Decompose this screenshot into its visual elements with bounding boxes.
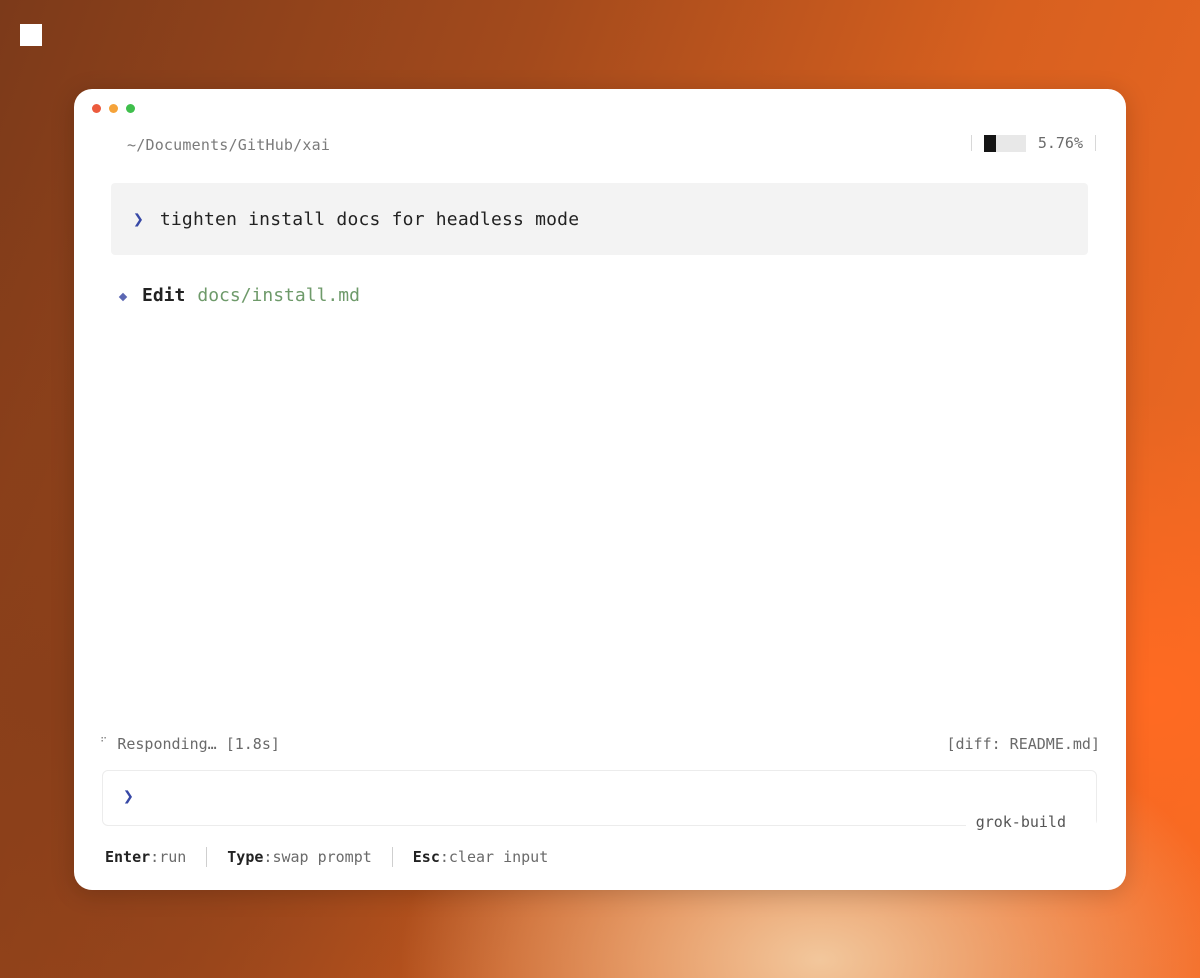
working-directory-path: ~/Documents/GitHub/xai [127, 136, 331, 154]
shortcut-key: Type [227, 848, 264, 866]
edited-file-link[interactable]: docs/install.md [197, 285, 360, 306]
usage-meter-fill [983, 134, 997, 152]
prompt-input[interactable] [151, 781, 975, 815]
status-bar: ⠋ Responding… [1.8s] [diff: README.md] [100, 735, 1100, 753]
input-chevron-icon: ❯ [123, 786, 134, 807]
close-window-button[interactable] [92, 104, 101, 113]
shortcut-separator [206, 847, 208, 867]
shortcut-key: Esc [412, 848, 440, 866]
shortcut-action: run [159, 848, 187, 866]
maximize-window-button[interactable] [126, 104, 135, 113]
model-name-label: grok-build [965, 813, 1096, 831]
usage-separator-left [970, 135, 972, 151]
diff-indicator[interactable]: [diff: README.md] [946, 735, 1100, 753]
edit-action-line: Edit docs/install.md [118, 285, 360, 306]
shortcut-type: Type: swap prompt [227, 848, 372, 866]
keyboard-shortcuts-bar: Enter: run Type: swap prompt Esc: clear inp… [105, 847, 548, 867]
usage-meter [983, 134, 1026, 152]
shortcut-separator [391, 847, 393, 867]
terminal-window: ~/Documents/GitHub/xai 5.76% ❯ tighten i… [74, 89, 1126, 890]
responding-text: Responding… [1.8s] [117, 735, 280, 753]
minimize-window-button[interactable] [109, 104, 118, 113]
edit-action-label: Edit [142, 285, 186, 306]
context-usage-indicator: 5.76% [970, 134, 1096, 152]
prompt-chevron-icon: ❯ [133, 208, 144, 230]
spinner-icon: ⠋ [100, 736, 108, 748]
corner-pixel-decoration [20, 24, 42, 46]
usage-separator-right [1095, 135, 1096, 151]
prompt-input-box[interactable]: ❯ grok-build [102, 770, 1097, 831]
diamond-bullet-icon [118, 292, 128, 301]
user-prompt-block: ❯ tighten install docs for headless mode [111, 183, 1088, 255]
shortcut-key: Enter [105, 848, 151, 866]
shortcut-enter: Enter: run [105, 848, 187, 866]
shortcut-action: clear input [448, 848, 549, 866]
shortcut-esc: Esc: clear input [412, 848, 549, 866]
shortcut-action: swap prompt [272, 848, 372, 866]
user-prompt-text: tighten install docs for headless mode [159, 208, 580, 230]
usage-percent: 5.76% [1037, 134, 1083, 152]
window-controls [92, 104, 135, 113]
responding-status: ⠋ Responding… [1.8s] [100, 735, 280, 753]
